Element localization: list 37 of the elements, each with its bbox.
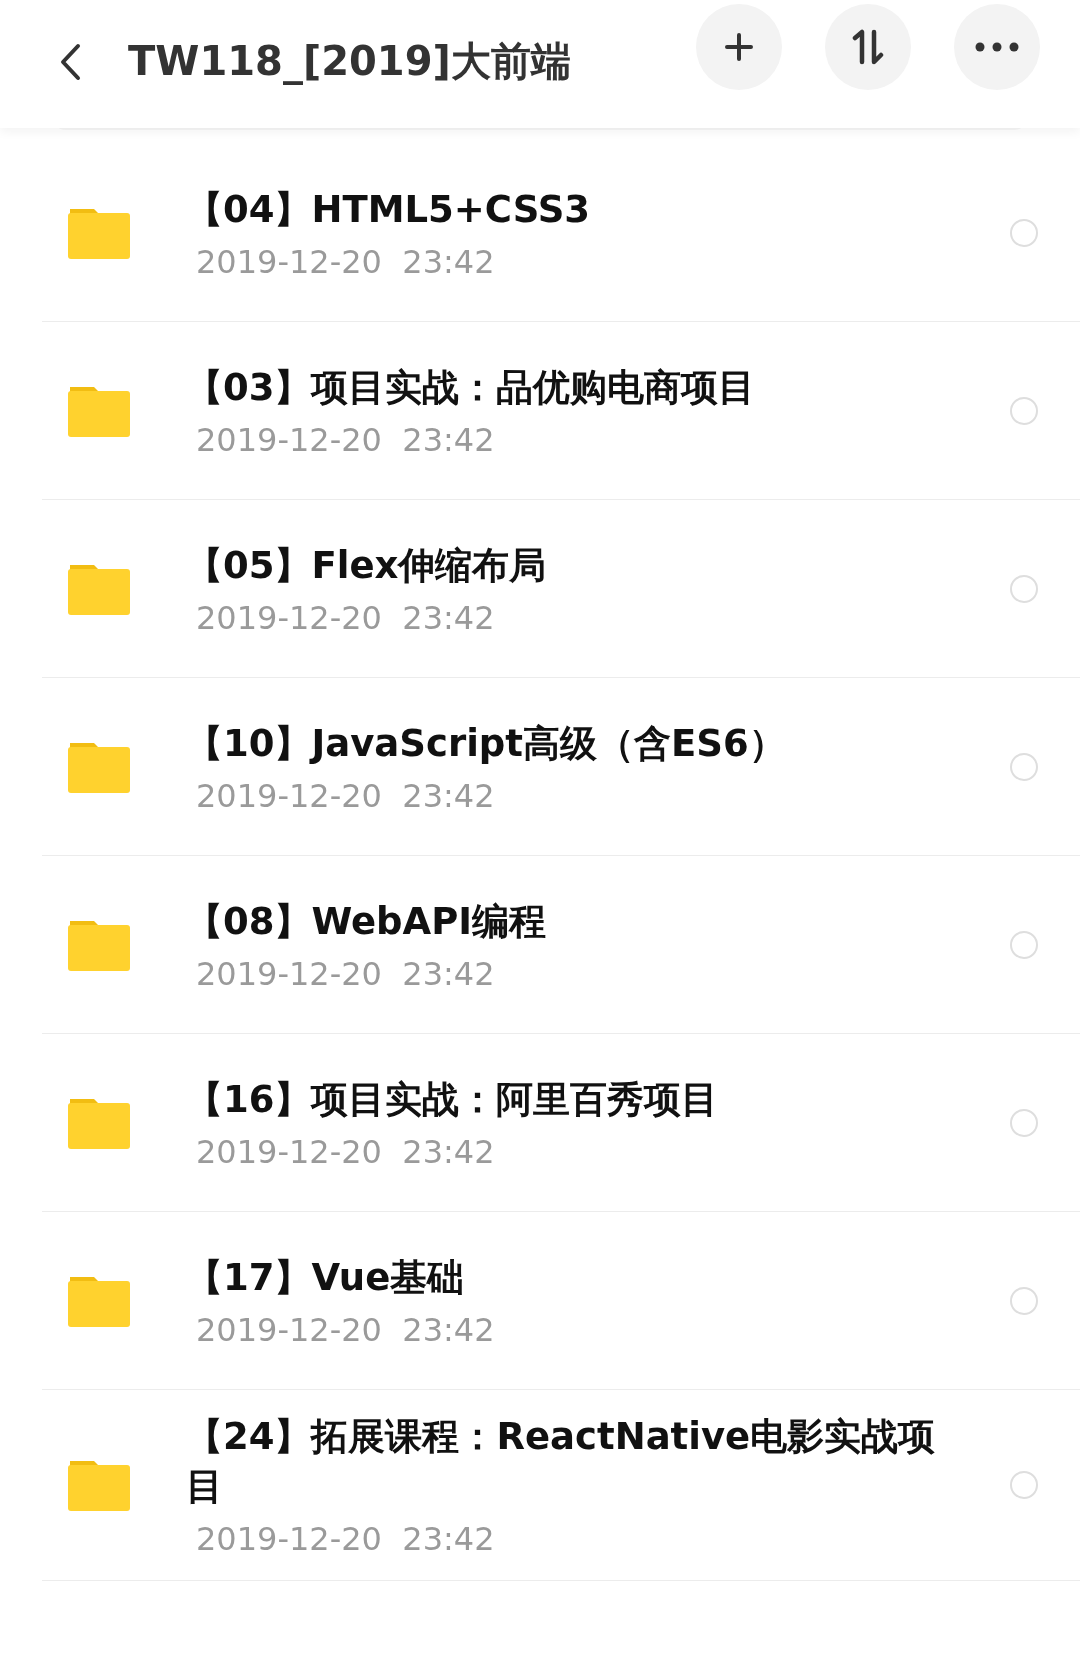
folder-icon: [68, 1096, 130, 1149]
folder-icon: [68, 206, 130, 259]
folder-date: 2019-12-20 23:42: [196, 242, 496, 281]
folder-date: 2019-12-20 23:42: [196, 1520, 496, 1558]
select-radio[interactable]: [1010, 752, 1038, 781]
folder-name[interactable]: 【16】项目实战：阿里百秀项目: [186, 1074, 970, 1125]
plus-icon: [724, 32, 754, 62]
folder-icon: [68, 1459, 130, 1511]
folder-title: TW118_[2019]大前端: [128, 36, 572, 87]
folder-date: 2019-12-20 23:42: [196, 598, 496, 637]
sort-icon: [851, 29, 885, 65]
folder-name[interactable]: 【10】JavaScript高级（含ES6）: [186, 718, 970, 769]
folder-icon: [68, 384, 130, 437]
more-icon: [975, 42, 1019, 52]
folder-date: 2019-12-20 23:42: [196, 1310, 496, 1349]
folder-date: 2019-12-20 23:42: [196, 776, 496, 815]
folder-name[interactable]: 【08】WebAPI编程: [186, 896, 970, 947]
select-radio[interactable]: [1010, 930, 1038, 959]
select-radio[interactable]: [1010, 396, 1038, 425]
folder-icon: [68, 918, 130, 971]
select-radio[interactable]: [1010, 1108, 1038, 1137]
select-radio[interactable]: [1010, 574, 1038, 603]
folder-date: 2019-12-20 23:42: [196, 420, 496, 459]
folder-name[interactable]: 【05】Flex伸缩布局: [186, 540, 970, 591]
folder-icon: [68, 1274, 130, 1327]
select-radio[interactable]: [1010, 1471, 1038, 1499]
select-radio[interactable]: [1010, 1286, 1038, 1315]
folder-icon: [68, 740, 130, 793]
folder-name[interactable]: 【24】拓展课程：ReactNative电影实战项目: [186, 1412, 970, 1512]
select-radio[interactable]: [1010, 218, 1038, 247]
folder-icon: [68, 562, 130, 615]
folder-name[interactable]: 【04】HTML5+CSS3: [186, 184, 970, 235]
folder-name[interactable]: 【17】Vue基础: [186, 1252, 970, 1303]
back-icon: [59, 43, 81, 81]
folder-date: 2019-12-20 23:42: [196, 954, 496, 993]
folder-date: 2019-12-20 23:42: [196, 1132, 496, 1171]
folder-name[interactable]: 【03】项目实战：品优购电商项目: [186, 362, 970, 413]
